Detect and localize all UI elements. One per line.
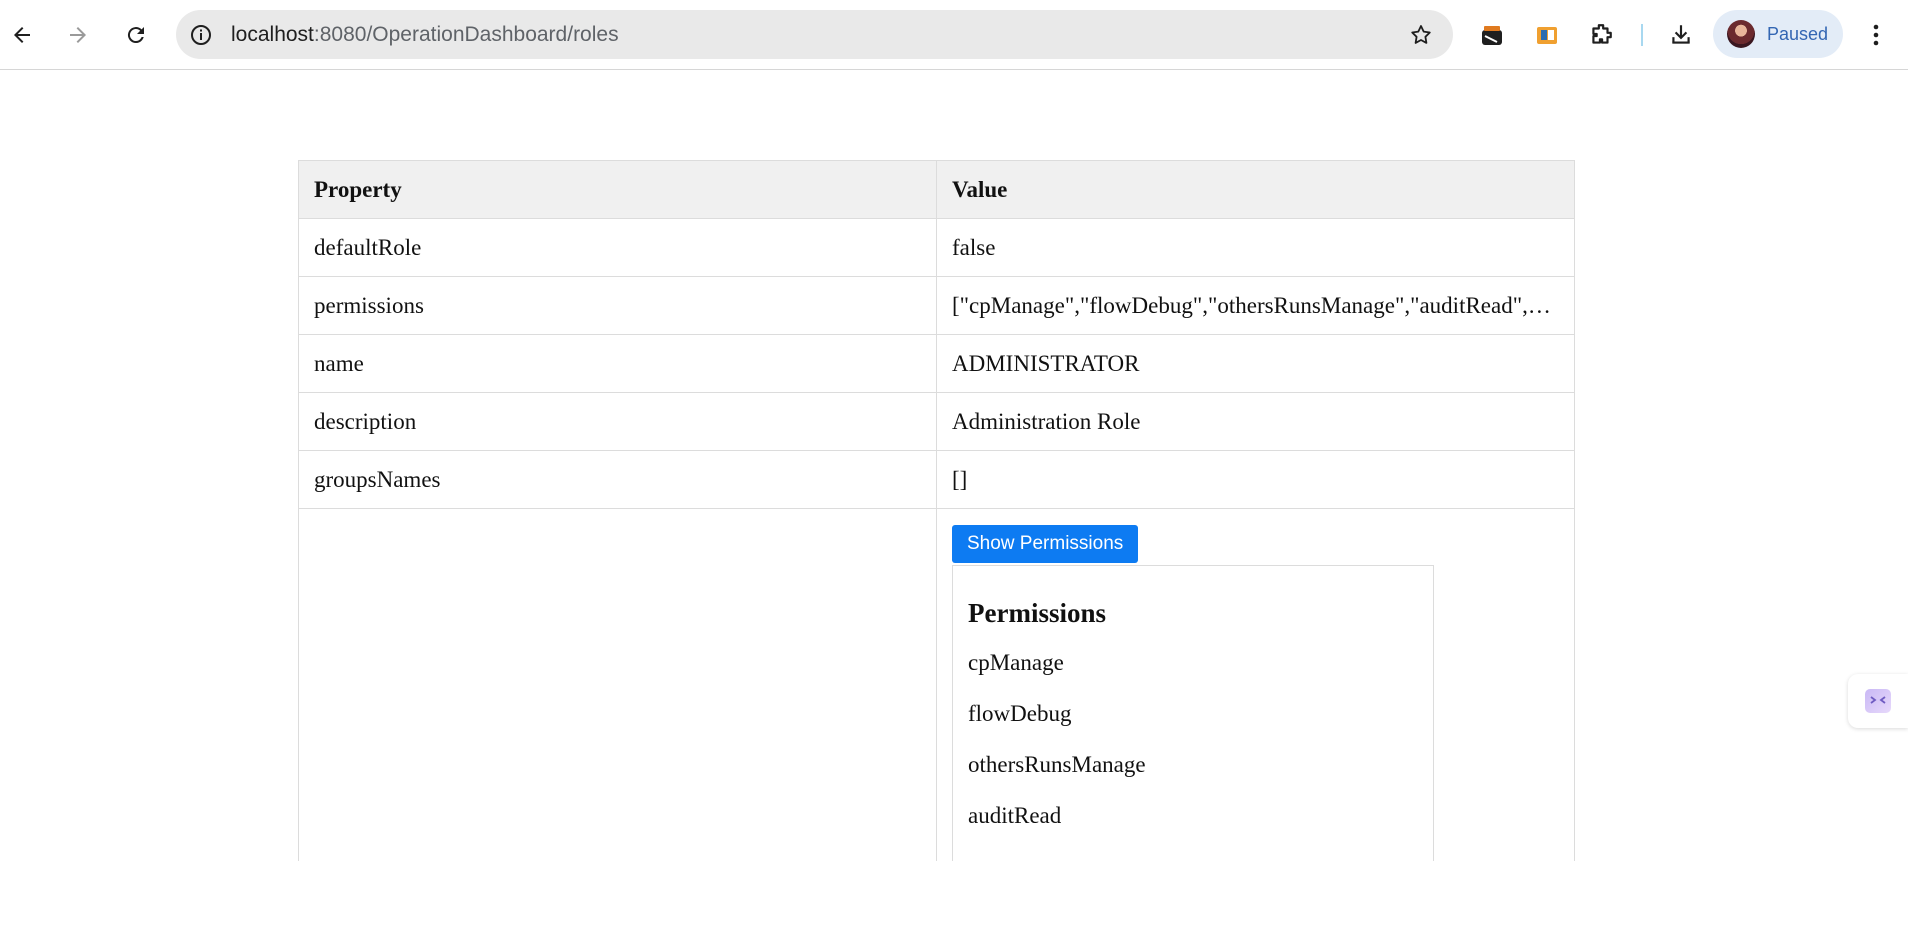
roles-table-container: Property Value defaultRole false permiss… [298, 160, 1599, 861]
cell-property: permissions [298, 276, 937, 335]
side-assistant-widget[interactable] [1848, 674, 1908, 728]
cell-property: groupsNames [298, 450, 937, 509]
list-item: auditRead [968, 803, 1062, 828]
list-item: cpManage [968, 650, 1064, 675]
jar-extension-icon [1482, 26, 1502, 45]
show-permissions-button[interactable]: Show Permissions [952, 525, 1139, 563]
cell-property: name [298, 334, 937, 393]
extension-icon-1[interactable] [1475, 17, 1511, 53]
cell-value: false [936, 218, 1575, 277]
extensions-puzzle-icon[interactable] [1583, 17, 1619, 53]
browser-toolbar: localhost:8080/OperationDashboard/roles [0, 0, 1908, 70]
header-value: Value [936, 160, 1575, 219]
profile-button[interactable]: Paused [1713, 10, 1843, 58]
downloads-icon[interactable] [1663, 17, 1699, 53]
bookmark-star-icon[interactable] [1407, 21, 1435, 49]
more-menu-icon[interactable] [1862, 17, 1890, 53]
url-text[interactable]: localhost:8080/OperationDashboard/roles [231, 23, 619, 47]
table-row: defaultRole false [298, 218, 1575, 277]
address-bar[interactable]: localhost:8080/OperationDashboard/roles [176, 10, 1453, 59]
site-info-icon[interactable] [186, 20, 216, 50]
extension-icon-2[interactable] [1529, 17, 1565, 53]
toolbar-separator [1641, 24, 1643, 46]
url-path: :8080/OperationDashboard/roles [313, 23, 619, 46]
url-host: localhost [231, 23, 314, 46]
book-extension-icon [1537, 27, 1557, 44]
role-properties-table: Property Value defaultRole false permiss… [298, 160, 1575, 861]
list-item: flowDebug [968, 701, 1072, 726]
table-row: groupsNames [] [298, 450, 1575, 509]
cell-property-empty [298, 508, 937, 861]
table-row: description Administration Role [298, 392, 1575, 451]
cell-value: [] [936, 450, 1575, 509]
reload-icon [127, 27, 144, 44]
assistant-icon [1865, 689, 1891, 713]
cell-permissions: Show Permissions Permissions cpManage fl… [936, 508, 1575, 861]
permissions-panel: Permissions cpManage flowDebug othersRun… [952, 565, 1434, 861]
back-arrow-icon [14, 27, 30, 43]
table-row: name ADMINISTRATOR [298, 334, 1575, 393]
table-header-row: Property Value [298, 160, 1575, 219]
permissions-title: Permissions [968, 598, 1106, 628]
forward-button[interactable] [60, 17, 96, 53]
header-property: Property [298, 160, 937, 219]
avatar [1727, 20, 1755, 48]
cell-value: Administration Role [936, 392, 1575, 451]
table-row-permissions: Show Permissions Permissions cpManage fl… [298, 508, 1575, 861]
cell-property: description [298, 392, 937, 451]
reload-button[interactable] [118, 17, 154, 53]
back-button[interactable] [4, 17, 40, 53]
table-row: permissions ["cpManage","flowDebug","oth… [298, 276, 1575, 335]
cell-value: ["cpManage","flowDebug","othersRunsManag… [936, 276, 1575, 335]
cell-property: defaultRole [298, 218, 937, 277]
profile-status-label: Paused [1767, 24, 1829, 44]
forward-arrow-icon [70, 27, 86, 43]
cell-value: ADMINISTRATOR [936, 334, 1575, 393]
list-item: othersRunsManage [968, 752, 1146, 777]
